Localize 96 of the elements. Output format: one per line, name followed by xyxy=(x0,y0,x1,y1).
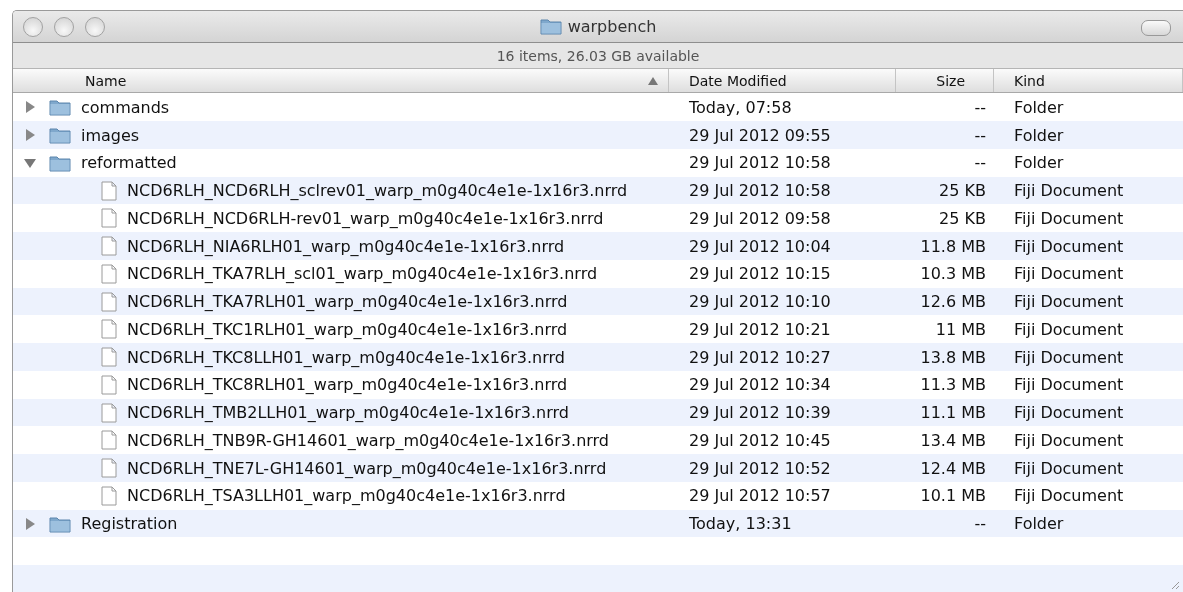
file-size: 13.8 MB xyxy=(920,347,987,367)
minimize-button[interactable] xyxy=(54,17,74,37)
status-text: 16 items, 26.03 GB available xyxy=(496,47,700,64)
file-kind: Folder xyxy=(1013,97,1065,117)
file-kind: Fiji Document xyxy=(1013,319,1125,339)
date-modified: 29 Jul 2012 10:39 xyxy=(688,403,832,423)
document-icon xyxy=(101,430,117,451)
file-name[interactable]: NCD6RLH_TMB2LLH01_warp_m0g40c4e1e-1x16r3.nrrd xyxy=(127,403,569,423)
file-kind: Folder xyxy=(1013,153,1065,173)
file-name[interactable]: NCD6RLH_TKC8LLH01_warp_m0g40c4e1e-1x16r3.nrrd xyxy=(127,347,565,367)
date-modified: 29 Jul 2012 09:55 xyxy=(688,125,832,145)
file-name[interactable]: NCD6RLH_TNE7L-GH14601_warp_m0g40c4e1e-1x16r3.nrrd xyxy=(127,458,607,478)
document-icon xyxy=(101,208,117,229)
date-modified: 29 Jul 2012 10:15 xyxy=(688,264,832,284)
file-kind: Fiji Document xyxy=(1013,347,1125,367)
file-kind: Fiji Document xyxy=(1013,458,1125,478)
file-kind: Folder xyxy=(1013,514,1065,534)
folder-icon xyxy=(539,17,562,36)
column-header[interactable]: Kind xyxy=(994,69,1183,93)
file-name[interactable]: Registration xyxy=(81,514,178,534)
window-title: warpbench xyxy=(567,16,657,36)
file-name[interactable]: commands xyxy=(81,97,170,117)
document-icon xyxy=(101,263,117,284)
document-icon xyxy=(101,180,117,201)
document-icon xyxy=(101,291,117,312)
date-modified: 29 Jul 2012 10:52 xyxy=(688,458,832,478)
file-name[interactable]: NCD6RLH_NIA6RLH01_warp_m0g40c4e1e-1x16r3.nrrd xyxy=(127,236,565,256)
file-size: 11 MB xyxy=(935,319,987,339)
file-kind: Fiji Document xyxy=(1013,403,1125,423)
file-size: 10.3 MB xyxy=(920,264,987,284)
file-kind: Folder xyxy=(1013,125,1065,145)
disclosure-triangle-icon[interactable] xyxy=(23,100,37,115)
sort-arrow-icon xyxy=(648,76,658,85)
file-size: -- xyxy=(974,514,987,534)
file-size: 10.1 MB xyxy=(920,486,987,506)
file-name[interactable]: NCD6RLH_TNB9R-GH14601_warp_m0g40c4e1e-1x16r3.nrrd xyxy=(127,430,610,450)
document-icon xyxy=(101,402,117,423)
file-name[interactable]: NCD6RLH_TSA3LLH01_warp_m0g40c4e1e-1x16r3.nrrd xyxy=(127,486,566,506)
file-name[interactable]: NCD6RLH_NCD6RLH-rev01_warp_m0g40c4e1e-1x16r3.nrrd xyxy=(127,208,604,228)
file-size: 11.8 MB xyxy=(920,236,987,256)
column-header[interactable]: Size xyxy=(896,69,994,93)
date-modified: 29 Jul 2012 10:10 xyxy=(688,292,832,312)
file-name[interactable]: NCD6RLH_TKC8RLH01_warp_m0g40c4e1e-1x16r3.nrrd xyxy=(127,375,568,395)
date-modified: 29 Jul 2012 10:04 xyxy=(688,236,832,256)
document-icon xyxy=(101,347,117,368)
date-modified: 29 Jul 2012 10:27 xyxy=(688,347,832,367)
date-modified: 29 Jul 2012 09:58 xyxy=(688,208,832,228)
document-icon xyxy=(101,485,117,506)
file-name[interactable]: NCD6RLH_TKC1RLH01_warp_m0g40c4e1e-1x16r3.nrrd xyxy=(127,319,568,339)
file-name[interactable]: NCD6RLH_TKA7RLH_scl01_warp_m0g40c4e1e-1x16r3.nrrd xyxy=(127,264,598,284)
file-kind: Fiji Document xyxy=(1013,486,1125,506)
column-header[interactable]: Date Modified xyxy=(669,69,896,93)
file-size: -- xyxy=(974,153,987,173)
file-kind: Fiji Document xyxy=(1013,264,1125,284)
file-size: 12.4 MB xyxy=(920,458,987,478)
file-name[interactable]: images xyxy=(81,125,140,145)
column-header[interactable]: Name xyxy=(13,69,669,93)
file-size: -- xyxy=(974,125,987,145)
disclosure-triangle-icon[interactable] xyxy=(23,128,37,143)
file-kind: Fiji Document xyxy=(1013,181,1125,201)
date-modified: 29 Jul 2012 10:58 xyxy=(688,181,832,201)
document-icon xyxy=(101,374,117,395)
file-size: 11.3 MB xyxy=(920,375,987,395)
zoom-button[interactable] xyxy=(85,17,105,37)
file-kind: Fiji Document xyxy=(1013,236,1125,256)
file-size: -- xyxy=(974,97,987,117)
file-kind: Fiji Document xyxy=(1013,375,1125,395)
file-size: 25 KB xyxy=(939,181,987,201)
file-name[interactable]: NCD6RLH_TKA7RLH01_warp_m0g40c4e1e-1x16r3.nrrd xyxy=(127,292,568,312)
folder-icon xyxy=(49,126,71,145)
resize-grip-icon[interactable] xyxy=(1170,580,1180,590)
date-modified: 29 Jul 2012 10:21 xyxy=(688,319,832,339)
date-modified: 29 Jul 2012 10:45 xyxy=(688,430,832,450)
file-name[interactable]: NCD6RLH_NCD6RLH_sclrev01_warp_m0g40c4e1e-1x16r3.nrrd xyxy=(127,181,628,201)
file-size: 25 KB xyxy=(939,208,987,228)
toolbar-toggle-button[interactable] xyxy=(1141,20,1171,36)
file-size: 11.1 MB xyxy=(920,403,987,423)
document-icon xyxy=(101,236,117,257)
date-modified: 29 Jul 2012 10:58 xyxy=(688,153,832,173)
disclosure-triangle-icon[interactable] xyxy=(23,516,37,531)
date-modified: Today, 13:31 xyxy=(688,514,793,534)
date-modified: 29 Jul 2012 10:57 xyxy=(688,486,832,506)
file-kind: Fiji Document xyxy=(1013,208,1125,228)
close-button[interactable] xyxy=(23,17,43,37)
folder-icon xyxy=(49,153,71,172)
date-modified: 29 Jul 2012 10:34 xyxy=(688,375,832,395)
file-kind: Fiji Document xyxy=(1013,292,1125,312)
file-size: 13.4 MB xyxy=(920,430,987,450)
file-name[interactable]: reformatted xyxy=(81,153,177,173)
document-icon xyxy=(101,319,117,340)
file-size: 12.6 MB xyxy=(920,292,987,312)
folder-icon xyxy=(49,98,71,117)
folder-icon xyxy=(49,514,71,533)
file-kind: Fiji Document xyxy=(1013,430,1125,450)
date-modified: Today, 07:58 xyxy=(688,97,793,117)
document-icon xyxy=(101,458,117,479)
